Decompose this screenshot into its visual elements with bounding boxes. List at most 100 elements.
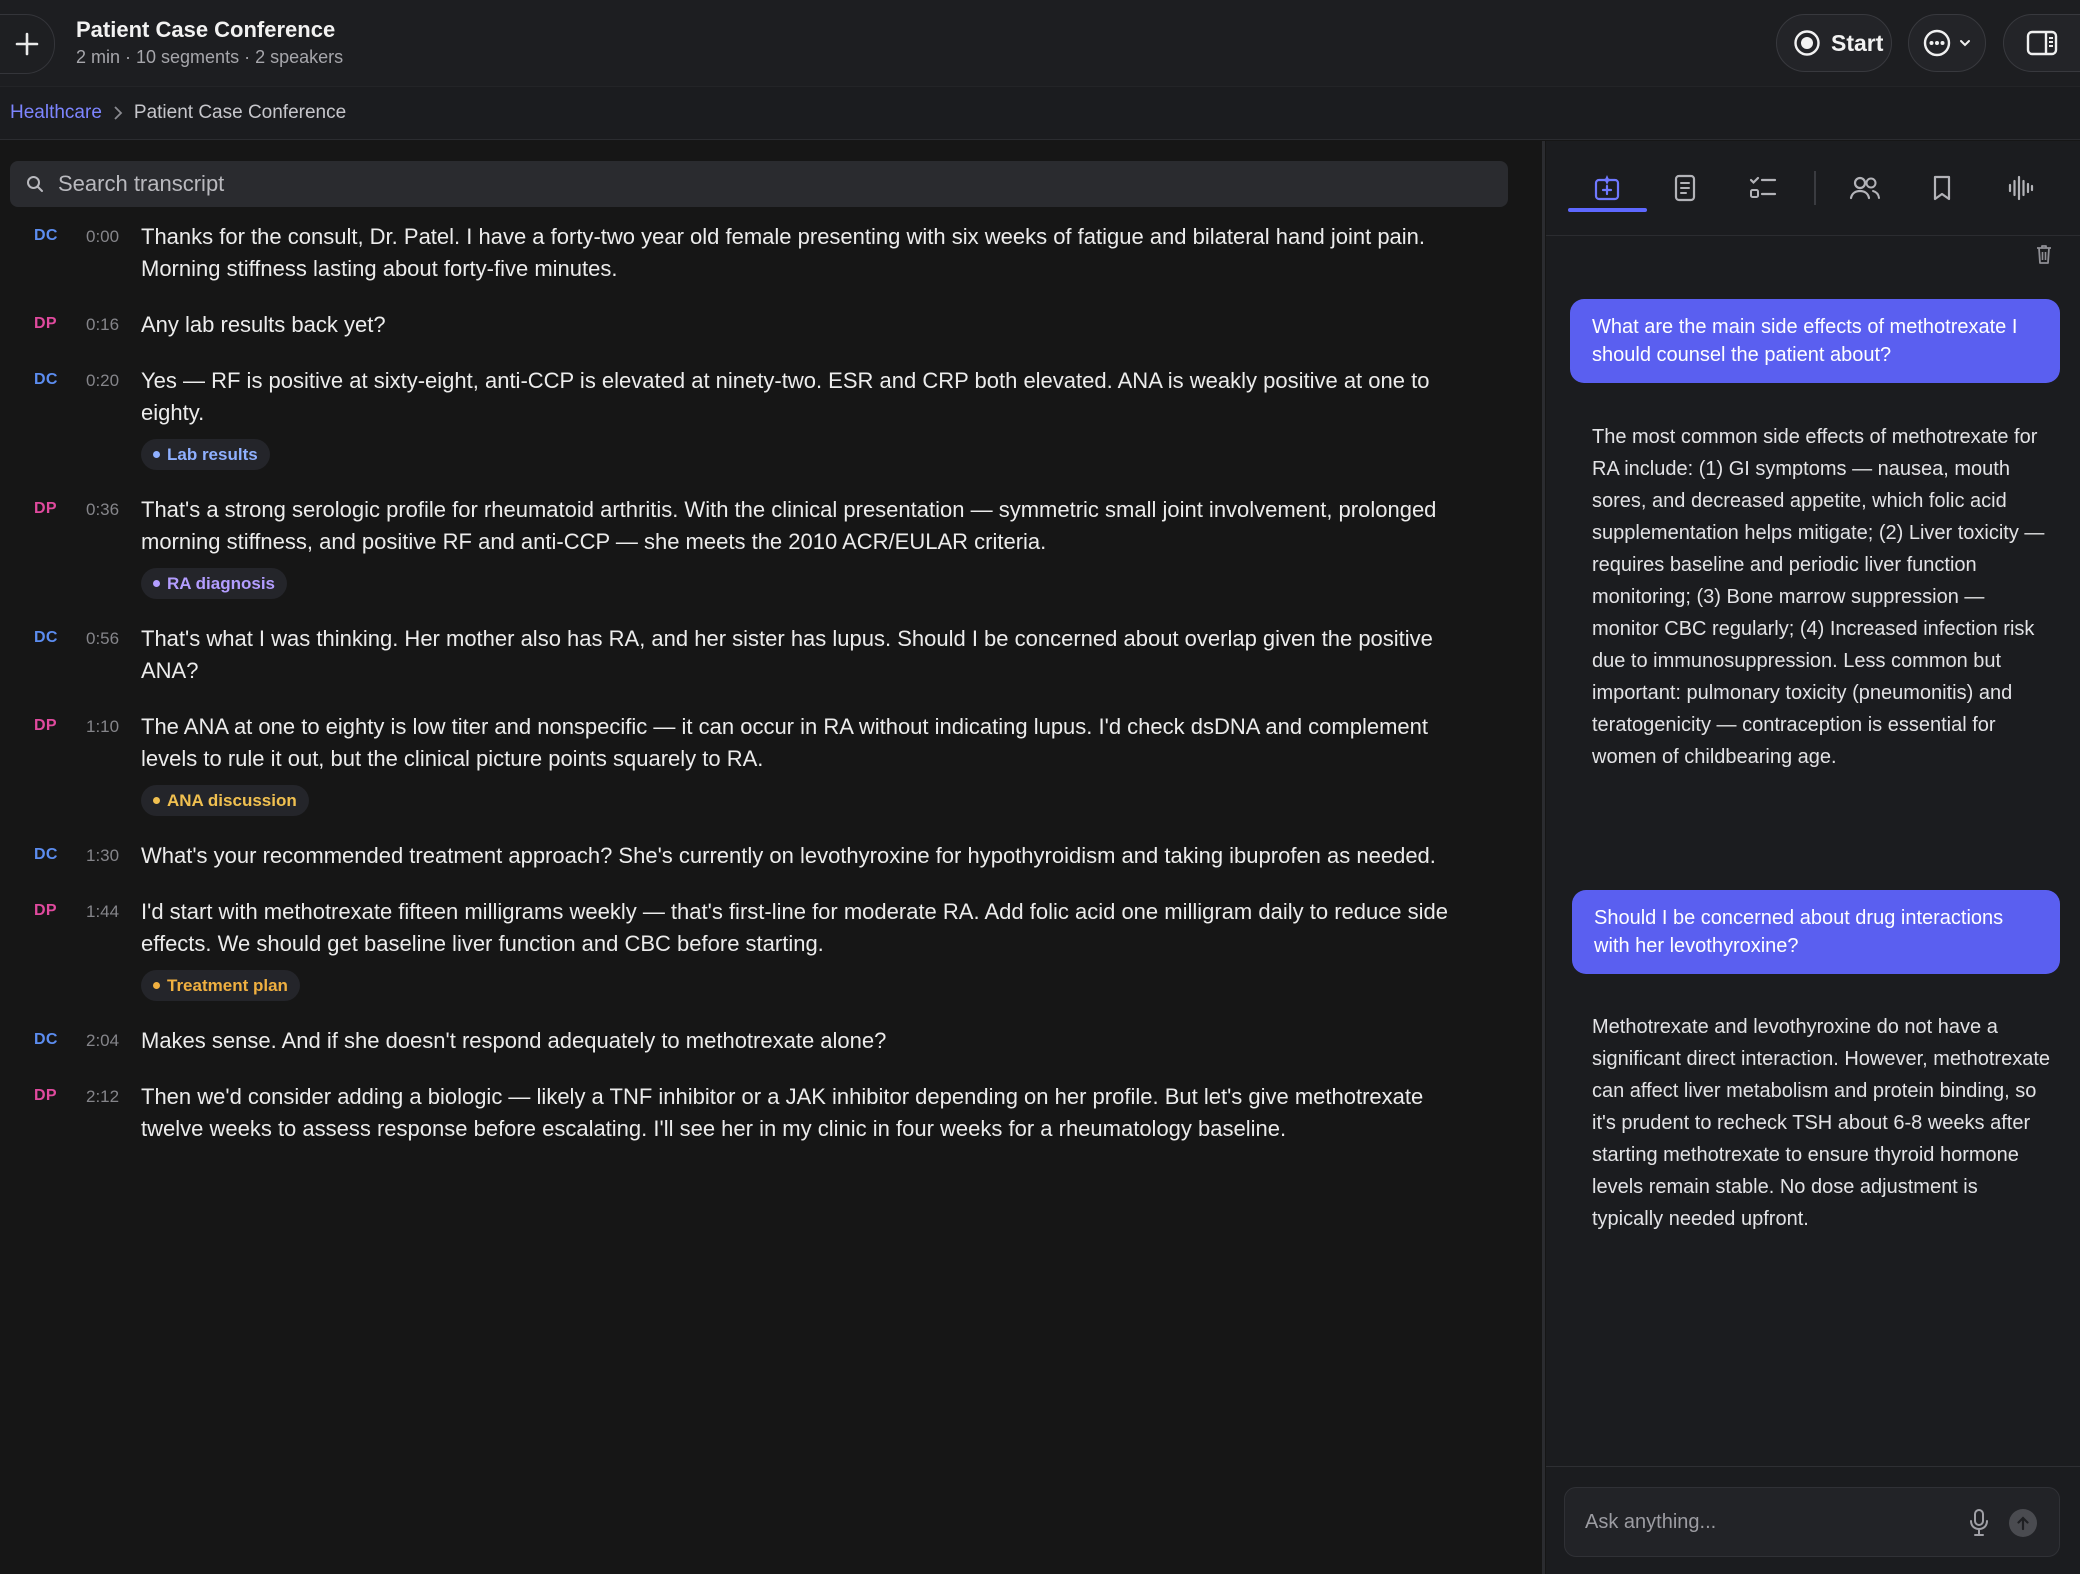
timestamp[interactable]: 0:20 xyxy=(86,371,119,391)
tag-label: ANA discussion xyxy=(167,790,297,810)
bookmark-icon xyxy=(1933,175,1951,201)
more-icon xyxy=(1923,29,1951,57)
speaker-label: DP xyxy=(34,902,57,919)
record-icon xyxy=(1794,30,1820,56)
segment-text: That's what I was thinking. Her mother a… xyxy=(141,626,1433,683)
search-icon xyxy=(27,176,43,192)
transcript-segment[interactable]: DP 1:10 The ANA at one to eighty is low … xyxy=(0,711,1542,816)
panel-tabs xyxy=(1546,141,2080,236)
panel-divider[interactable] xyxy=(1542,141,1545,1574)
page-subtitle: 2 min · 10 segments · 2 speakers xyxy=(76,47,344,67)
active-tab-indicator xyxy=(1568,208,1647,212)
document-icon xyxy=(1674,174,1696,202)
transcript-segment[interactable]: DP 0:36 That's a strong serologic profil… xyxy=(0,494,1542,599)
segment-text: Makes sense. And if she doesn't respond … xyxy=(141,1028,887,1053)
transcript-segment[interactable]: DC 0:00 Thanks for the consult, Dr. Pate… xyxy=(0,221,1542,285)
checklist-icon xyxy=(1749,176,1777,198)
segment-text: Any lab results back yet? xyxy=(141,312,386,337)
speaker-label: DC xyxy=(34,1031,58,1048)
search-bar xyxy=(10,161,1508,207)
topic-tag[interactable]: Lab results xyxy=(141,439,270,470)
speaker-label: DC xyxy=(34,371,58,388)
timestamp[interactable]: 1:10 xyxy=(86,717,119,737)
microphone-button[interactable] xyxy=(1968,1508,1990,1543)
tab-audio[interactable] xyxy=(1982,165,2060,211)
ask-box xyxy=(1564,1487,2060,1557)
segment-text: Then we'd consider adding a biologic — l… xyxy=(141,1084,1424,1141)
tag-label: Lab results xyxy=(167,444,258,464)
topic-tag[interactable]: ANA discussion xyxy=(141,785,309,816)
speaker-label: DP xyxy=(34,315,57,332)
topic-tag[interactable]: RA diagnosis xyxy=(141,568,287,599)
title-block: Patient Case Conference 2 min · 10 segme… xyxy=(76,17,343,68)
timestamp[interactable]: 2:12 xyxy=(86,1087,119,1107)
sidebar-panel-icon xyxy=(2026,30,2058,56)
tag-dot xyxy=(153,580,160,587)
timestamp[interactable]: 0:16 xyxy=(86,315,119,335)
start-label: Start xyxy=(1831,29,1884,56)
search-input[interactable] xyxy=(56,170,1460,198)
segment-text: I'd start with methotrexate fifteen mill… xyxy=(141,899,1448,956)
tab-separator xyxy=(1814,171,1816,205)
timestamp[interactable]: 0:00 xyxy=(86,227,119,247)
timestamp[interactable]: 1:30 xyxy=(86,846,119,866)
more-options-button[interactable] xyxy=(1908,14,1986,72)
segment-text: What's your recommended treatment approa… xyxy=(141,843,1436,868)
start-button[interactable]: Start xyxy=(1776,14,1892,72)
transcript-segment[interactable]: DP 1:44 I'd start with methotrexate fift… xyxy=(0,896,1542,1001)
timestamp[interactable]: 1:44 xyxy=(86,902,119,922)
microphone-icon xyxy=(1970,1509,1988,1536)
transcript-segment[interactable]: DP 2:12 Then we'd consider adding a biol… xyxy=(0,1081,1542,1145)
tab-action-items[interactable] xyxy=(1724,165,1802,211)
assistant-panel: What are the main side effects of methot… xyxy=(1546,141,2080,1574)
assistant-message: The most common side effects of methotre… xyxy=(1592,426,2045,768)
timestamp[interactable]: 0:36 xyxy=(86,500,119,520)
tag-dot xyxy=(153,982,160,989)
page-title: Patient Case Conference xyxy=(76,17,336,42)
topic-tag[interactable]: Treatment plan xyxy=(141,970,300,1001)
ask-input[interactable] xyxy=(1583,1509,1967,1535)
segment-text: That's a strong serologic profile for rh… xyxy=(141,497,1437,554)
transcript-list: DC 0:00 Thanks for the consult, Dr. Pate… xyxy=(0,221,1542,1169)
user-message: Should I be concerned about drug interac… xyxy=(1572,890,2060,974)
speaker-label: DC xyxy=(34,846,58,863)
trash-icon xyxy=(2037,245,2051,264)
breadcrumb: Healthcare Patient Case Conference xyxy=(0,87,2080,140)
toggle-sidebar-button[interactable] xyxy=(2003,14,2080,72)
speaker-label: DC xyxy=(34,629,58,646)
chevron-right-icon xyxy=(112,105,124,121)
tab-ai-chat[interactable] xyxy=(1568,165,1646,211)
clear-chat-button[interactable] xyxy=(2034,243,2054,270)
breadcrumb-current: Patient Case Conference xyxy=(133,102,347,123)
timestamp[interactable]: 2:04 xyxy=(86,1031,119,1051)
input-divider xyxy=(1546,1466,2080,1467)
transcript-panel: DC 0:00 Thanks for the consult, Dr. Pate… xyxy=(0,141,1542,1574)
tab-speakers[interactable] xyxy=(1826,165,1904,211)
tag-dot xyxy=(153,797,160,804)
speaker-label: DC xyxy=(34,227,58,244)
transcript-segment[interactable]: DC 2:04 Makes sense. And if she doesn't … xyxy=(0,1025,1542,1057)
transcript-segment[interactable]: DC 1:30 What's your recommended treatmen… xyxy=(0,840,1542,872)
transcript-segment[interactable]: DP 0:16 Any lab results back yet? xyxy=(0,309,1542,341)
tag-label: Treatment plan xyxy=(167,975,288,995)
waveform-icon xyxy=(2008,175,2034,201)
tab-summary[interactable] xyxy=(1646,165,1724,211)
breadcrumb-healthcare[interactable]: Healthcare xyxy=(10,102,102,124)
transcript-segment[interactable]: DC 0:56 That's what I was thinking. Her … xyxy=(0,623,1542,687)
send-button[interactable] xyxy=(2009,1509,2037,1537)
user-message: What are the main side effects of methot… xyxy=(1570,299,2060,383)
new-button[interactable] xyxy=(0,14,55,74)
transcript-segment[interactable]: DC 0:20 Yes — RF is positive at sixty-ei… xyxy=(0,365,1542,470)
segment-text: Thanks for the consult, Dr. Patel. I hav… xyxy=(141,224,1426,281)
tag-dot xyxy=(153,451,160,458)
tab-bookmarks[interactable] xyxy=(1903,165,1981,211)
plus-icon xyxy=(15,32,39,56)
ai-chat-icon xyxy=(1594,175,1620,201)
assistant-message: Methotrexate and levothyroxine do not ha… xyxy=(1592,1016,2050,1230)
timestamp[interactable]: 0:56 xyxy=(86,629,119,649)
speaker-label: DP xyxy=(34,500,57,517)
speaker-label: DP xyxy=(34,717,57,734)
chevron-down-icon xyxy=(1960,40,1970,47)
speaker-label: DP xyxy=(34,1087,57,1104)
arrow-up-icon xyxy=(2017,1516,2029,1531)
